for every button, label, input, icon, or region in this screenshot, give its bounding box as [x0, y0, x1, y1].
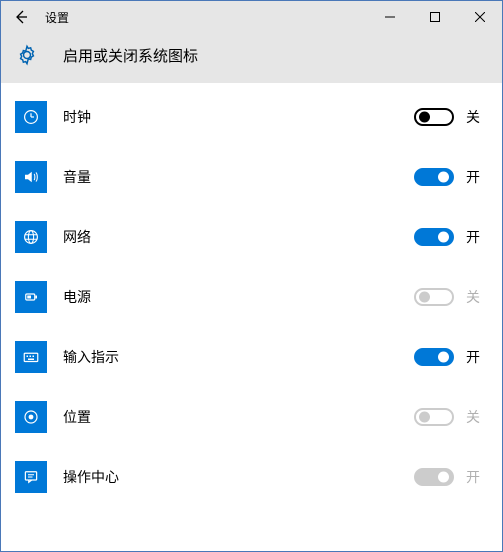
toggle-state-text-location: 关	[466, 407, 484, 427]
toggle-state-text-clock: 关	[466, 107, 484, 127]
setting-label-ime: 输入指示	[63, 347, 414, 367]
toggle-ime[interactable]	[414, 348, 454, 366]
maximize-icon	[430, 12, 440, 22]
close-button[interactable]	[457, 1, 502, 33]
toggle-knob	[438, 352, 449, 363]
setting-row-volume: 音量 开	[1, 153, 502, 201]
toggle-state-text-ime: 开	[466, 347, 484, 367]
minimize-icon	[385, 12, 395, 22]
setting-label-power: 电源	[63, 287, 414, 307]
keyboard-icon	[15, 341, 47, 373]
toggle-state-text-action: 开	[466, 467, 484, 487]
setting-label-action: 操作中心	[63, 467, 414, 487]
toggle-state-text-network: 开	[466, 227, 484, 247]
toggle-power	[414, 288, 454, 306]
toggle-knob	[438, 232, 449, 243]
setting-label-volume: 音量	[63, 167, 414, 187]
maximize-button[interactable]	[412, 1, 457, 33]
setting-label-network: 网络	[63, 227, 414, 247]
window-controls	[367, 1, 502, 33]
close-icon	[475, 12, 485, 22]
toggle-knob	[419, 292, 430, 303]
volume-icon	[15, 161, 47, 193]
titlebar: 设置	[1, 1, 502, 33]
toggle-network[interactable]	[414, 228, 454, 246]
clock-icon	[15, 101, 47, 133]
setting-label-location: 位置	[63, 407, 414, 427]
page-header: 启用或关闭系统图标	[1, 33, 502, 83]
setting-row-action: 操作中心 开	[1, 453, 502, 501]
action-icon	[15, 461, 47, 493]
toggle-action	[414, 468, 454, 486]
toggle-knob	[419, 412, 430, 423]
toggle-state-text-power: 关	[466, 287, 484, 307]
toggle-knob	[419, 112, 430, 123]
minimize-button[interactable]	[367, 1, 412, 33]
power-icon	[15, 281, 47, 313]
back-button[interactable]	[1, 1, 41, 33]
toggle-knob	[438, 172, 449, 183]
setting-label-clock: 时钟	[63, 107, 414, 127]
settings-gear-icon	[15, 43, 39, 67]
setting-row-clock: 时钟 关	[1, 93, 502, 141]
setting-row-location: 位置 关	[1, 393, 502, 441]
settings-window: 设置	[0, 0, 503, 552]
setting-row-ime: 输入指示 开	[1, 333, 502, 381]
setting-row-power: 电源 关	[1, 273, 502, 321]
page-title: 启用或关闭系统图标	[63, 45, 198, 66]
setting-row-network: 网络 开	[1, 213, 502, 261]
location-icon	[15, 401, 47, 433]
toggle-knob	[438, 472, 449, 483]
window-title: 设置	[45, 9, 69, 26]
back-arrow-icon	[13, 9, 29, 25]
toggle-volume[interactable]	[414, 168, 454, 186]
toggle-clock[interactable]	[414, 108, 454, 126]
system-icons-list: 时钟关音量开网络开电源关输入指示开位置关操作中心开	[1, 83, 502, 551]
toggle-location	[414, 408, 454, 426]
network-icon	[15, 221, 47, 253]
toggle-state-text-volume: 开	[466, 167, 484, 187]
